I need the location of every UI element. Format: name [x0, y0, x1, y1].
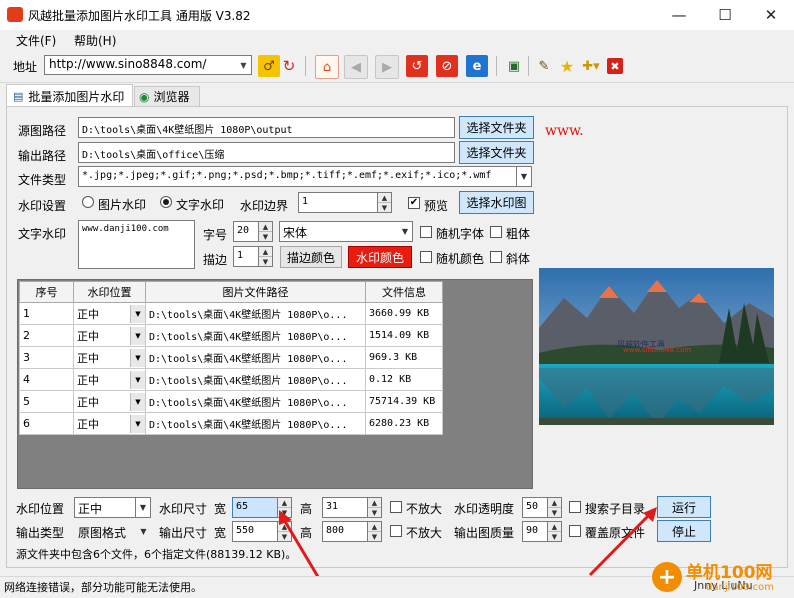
status-text: 网络连接错误，部分功能可能无法使用。	[4, 581, 202, 594]
annotation-arrows	[279, 507, 657, 597]
site-logo: + 单机100网 danji100.com	[648, 558, 794, 597]
site-logo-symbol: +	[652, 562, 682, 592]
site-logo-sub: danji100.com	[706, 582, 774, 593]
site-logo-text: 单机100网	[686, 563, 773, 583]
arrow-to-run	[588, 512, 652, 577]
